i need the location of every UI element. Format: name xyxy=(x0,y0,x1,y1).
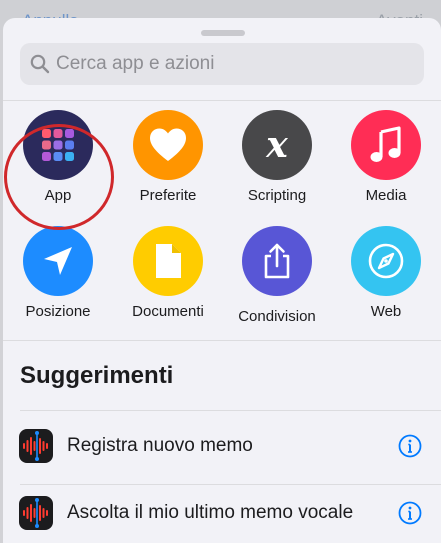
suggestion-label: Ascolta il mio ultimo memo vocale xyxy=(67,502,354,523)
divider-middle xyxy=(3,340,441,341)
document-icon xyxy=(156,244,181,278)
category-media[interactable]: Media xyxy=(333,110,439,220)
music-note-icon xyxy=(370,126,401,162)
script-x-icon: x xyxy=(266,124,288,166)
category-favorites-circle xyxy=(133,110,203,180)
suggestion-row[interactable]: Ascolta il mio ultimo memo vocale xyxy=(3,485,441,541)
location-arrow-icon xyxy=(44,247,72,275)
category-scripting[interactable]: x Scripting xyxy=(224,110,330,220)
suggestions-title: Suggerimenti xyxy=(20,362,174,389)
divider-suggestions xyxy=(20,410,441,411)
info-icon[interactable] xyxy=(398,434,422,458)
category-media-label: Media xyxy=(365,187,407,204)
category-favorites[interactable]: Preferite xyxy=(115,110,221,220)
search-bar[interactable] xyxy=(20,43,424,85)
actions-sheet: App Preferite x Scripting Media xyxy=(3,18,441,543)
suggestion-row[interactable]: Registra nuovo memo xyxy=(3,418,441,474)
category-sharing-label: Condivision xyxy=(238,308,316,325)
category-web[interactable]: Web xyxy=(333,226,439,336)
category-location[interactable]: Posizione xyxy=(5,226,111,336)
voice-memos-icon xyxy=(19,429,53,463)
category-media-circle xyxy=(351,110,421,180)
heart-icon xyxy=(150,128,186,161)
category-favorites-label: Preferite xyxy=(139,187,197,204)
category-scripting-label: Scripting xyxy=(247,187,307,204)
divider-top xyxy=(3,100,441,101)
category-location-label: Posizione xyxy=(25,303,91,320)
search-input[interactable] xyxy=(56,43,416,85)
info-icon[interactable] xyxy=(398,501,422,525)
category-sharing[interactable]: Condivision xyxy=(224,226,330,336)
sheet-grabber[interactable] xyxy=(201,30,245,36)
search-icon xyxy=(30,54,50,74)
share-icon xyxy=(264,243,290,279)
category-documents-label: Documenti xyxy=(132,303,204,320)
compass-icon xyxy=(368,243,404,279)
category-scripting-circle: x xyxy=(242,110,312,180)
highlight-circle xyxy=(4,124,114,230)
suggestion-label: Registra nuovo memo xyxy=(67,435,253,456)
voice-memos-icon xyxy=(19,496,53,530)
category-sharing-circle xyxy=(242,226,312,296)
category-documents-circle xyxy=(133,226,203,296)
category-web-label: Web xyxy=(370,303,402,320)
category-documents[interactable]: Documenti xyxy=(115,226,221,336)
category-location-circle xyxy=(23,226,93,296)
category-web-circle xyxy=(351,226,421,296)
